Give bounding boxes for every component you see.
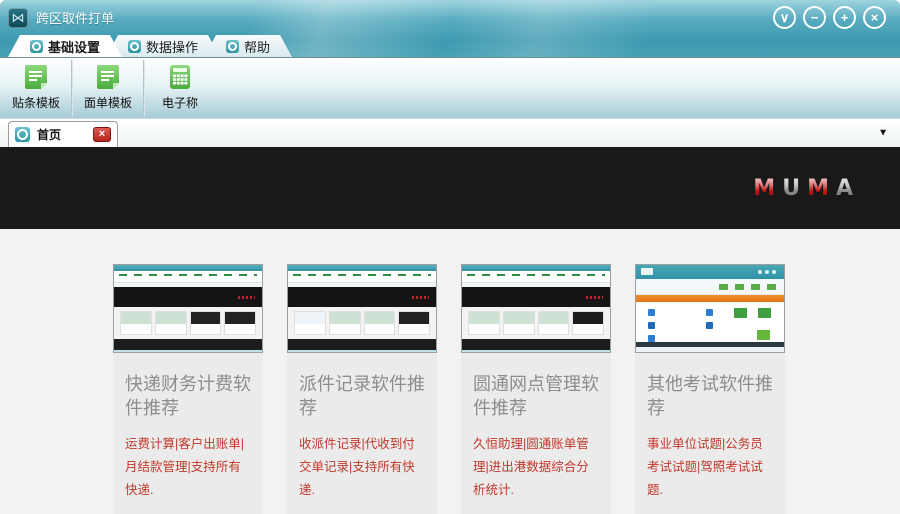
card-thumbnail[interactable] bbox=[461, 264, 611, 353]
minimize-button[interactable]: − bbox=[803, 6, 826, 29]
tab-ring-icon bbox=[226, 40, 239, 53]
card-desc[interactable]: 运费计算|客户出账单|月结款管理|支持所有快递. bbox=[125, 433, 251, 502]
app-logo-icon: ⋈ bbox=[8, 7, 28, 28]
window-controls: ∨ − + × bbox=[773, 6, 892, 29]
website-preview bbox=[114, 265, 262, 352]
close-button[interactable]: × bbox=[863, 6, 886, 29]
card-title[interactable]: 其他考试软件推荐 bbox=[647, 373, 773, 421]
software-card: 圆通网点管理软件推荐 久恒助理|圆通账单管理|进出港数据综合分析统计. bbox=[461, 264, 611, 514]
window-title: 跨区取件打单 bbox=[36, 11, 115, 26]
toolbar-button-label: 贴条模板 bbox=[11, 96, 60, 110]
sticker-template-button[interactable]: 贴条模板 bbox=[2, 58, 70, 118]
document-template-icon bbox=[97, 65, 119, 89]
calculator-scale-icon bbox=[170, 65, 190, 89]
tab-label: 帮助 bbox=[244, 39, 271, 55]
tab-overflow-dropdown[interactable]: ▼ bbox=[876, 126, 890, 141]
card-thumbnail[interactable] bbox=[635, 264, 785, 353]
toolbar-button-label: 电子称 bbox=[161, 96, 198, 110]
tab-help[interactable]: 帮助 bbox=[204, 35, 292, 57]
close-tab-button[interactable]: × bbox=[93, 127, 111, 142]
tab-data-operations[interactable]: 数据操作 bbox=[106, 35, 220, 57]
card-thumbnail[interactable] bbox=[287, 264, 437, 353]
waybill-template-button[interactable]: 面单模板 bbox=[74, 58, 142, 118]
card-title[interactable]: 快递财务计费软件推荐 bbox=[125, 373, 251, 421]
tab-label: 数据操作 bbox=[146, 39, 199, 55]
website-preview bbox=[288, 265, 436, 352]
toolbar-separator bbox=[71, 60, 73, 116]
maximize-button[interactable]: + bbox=[833, 6, 856, 29]
document-tabstrip: 首页 × ▼ bbox=[0, 119, 900, 147]
main-tabs: 基础设置 数据操作 帮助 bbox=[0, 35, 292, 57]
software-card: 其他考试软件推荐 事业单位试题|公务员考试试题|驾照考试试题. bbox=[635, 264, 785, 514]
skin-menu-button[interactable]: ∨ bbox=[773, 6, 796, 29]
titlebar: ⋈ 跨区取件打单 ∨ − + × bbox=[0, 0, 900, 35]
page-ring-icon bbox=[15, 127, 30, 142]
tab-label: 基础设置 bbox=[48, 39, 101, 55]
software-card: 快递财务计费软件推荐 运费计算|客户出账单|月结款管理|支持所有快递. bbox=[113, 264, 263, 514]
card-desc[interactable]: 久恒助理|圆通账单管理|进出港数据综合分析统计. bbox=[473, 433, 599, 502]
card-thumbnail[interactable] bbox=[113, 264, 263, 353]
electronic-scale-button[interactable]: 电子称 bbox=[146, 58, 214, 118]
logo-letter: A bbox=[835, 175, 854, 201]
app-window: ⋈ 跨区取件打单 ∨ − + × 基础设置 数据操作 帮助 贴条模板 面单模板 … bbox=[0, 0, 900, 514]
home-page-tab[interactable]: 首页 × bbox=[8, 121, 118, 147]
tab-basic-settings[interactable]: 基础设置 bbox=[8, 35, 122, 57]
logo-letter: M bbox=[753, 175, 777, 201]
website-preview bbox=[462, 265, 610, 352]
recommendation-cards: 快递财务计费软件推荐 运费计算|客户出账单|月结款管理|支持所有快递. 派件记录… bbox=[0, 229, 900, 514]
muma-logo: M U M A bbox=[753, 176, 854, 201]
toolbar: 贴条模板 面单模板 电子称 bbox=[0, 57, 900, 119]
software-card: 派件记录软件推荐 收派件记录|代收到付交单记录|支持所有快递. bbox=[287, 264, 437, 514]
card-title[interactable]: 派件记录软件推荐 bbox=[299, 373, 425, 421]
document-template-icon bbox=[25, 65, 47, 89]
home-tab-label: 首页 bbox=[37, 128, 62, 142]
app-preview bbox=[636, 265, 784, 352]
titlebar-area: ⋈ 跨区取件打单 ∨ − + × 基础设置 数据操作 帮助 bbox=[0, 0, 900, 57]
tab-ring-icon bbox=[128, 40, 141, 53]
logo-letter: U bbox=[782, 175, 802, 201]
card-desc[interactable]: 收派件记录|代收到付交单记录|支持所有快递. bbox=[299, 433, 425, 502]
tab-ring-icon bbox=[30, 40, 43, 53]
card-desc[interactable]: 事业单位试题|公务员考试试题|驾照考试试题. bbox=[647, 433, 773, 502]
toolbar-separator bbox=[143, 60, 145, 116]
card-title[interactable]: 圆通网点管理软件推荐 bbox=[473, 373, 599, 421]
page-banner: M U M A bbox=[0, 147, 900, 229]
toolbar-button-label: 面单模板 bbox=[83, 96, 132, 110]
logo-letter: M bbox=[807, 175, 830, 201]
